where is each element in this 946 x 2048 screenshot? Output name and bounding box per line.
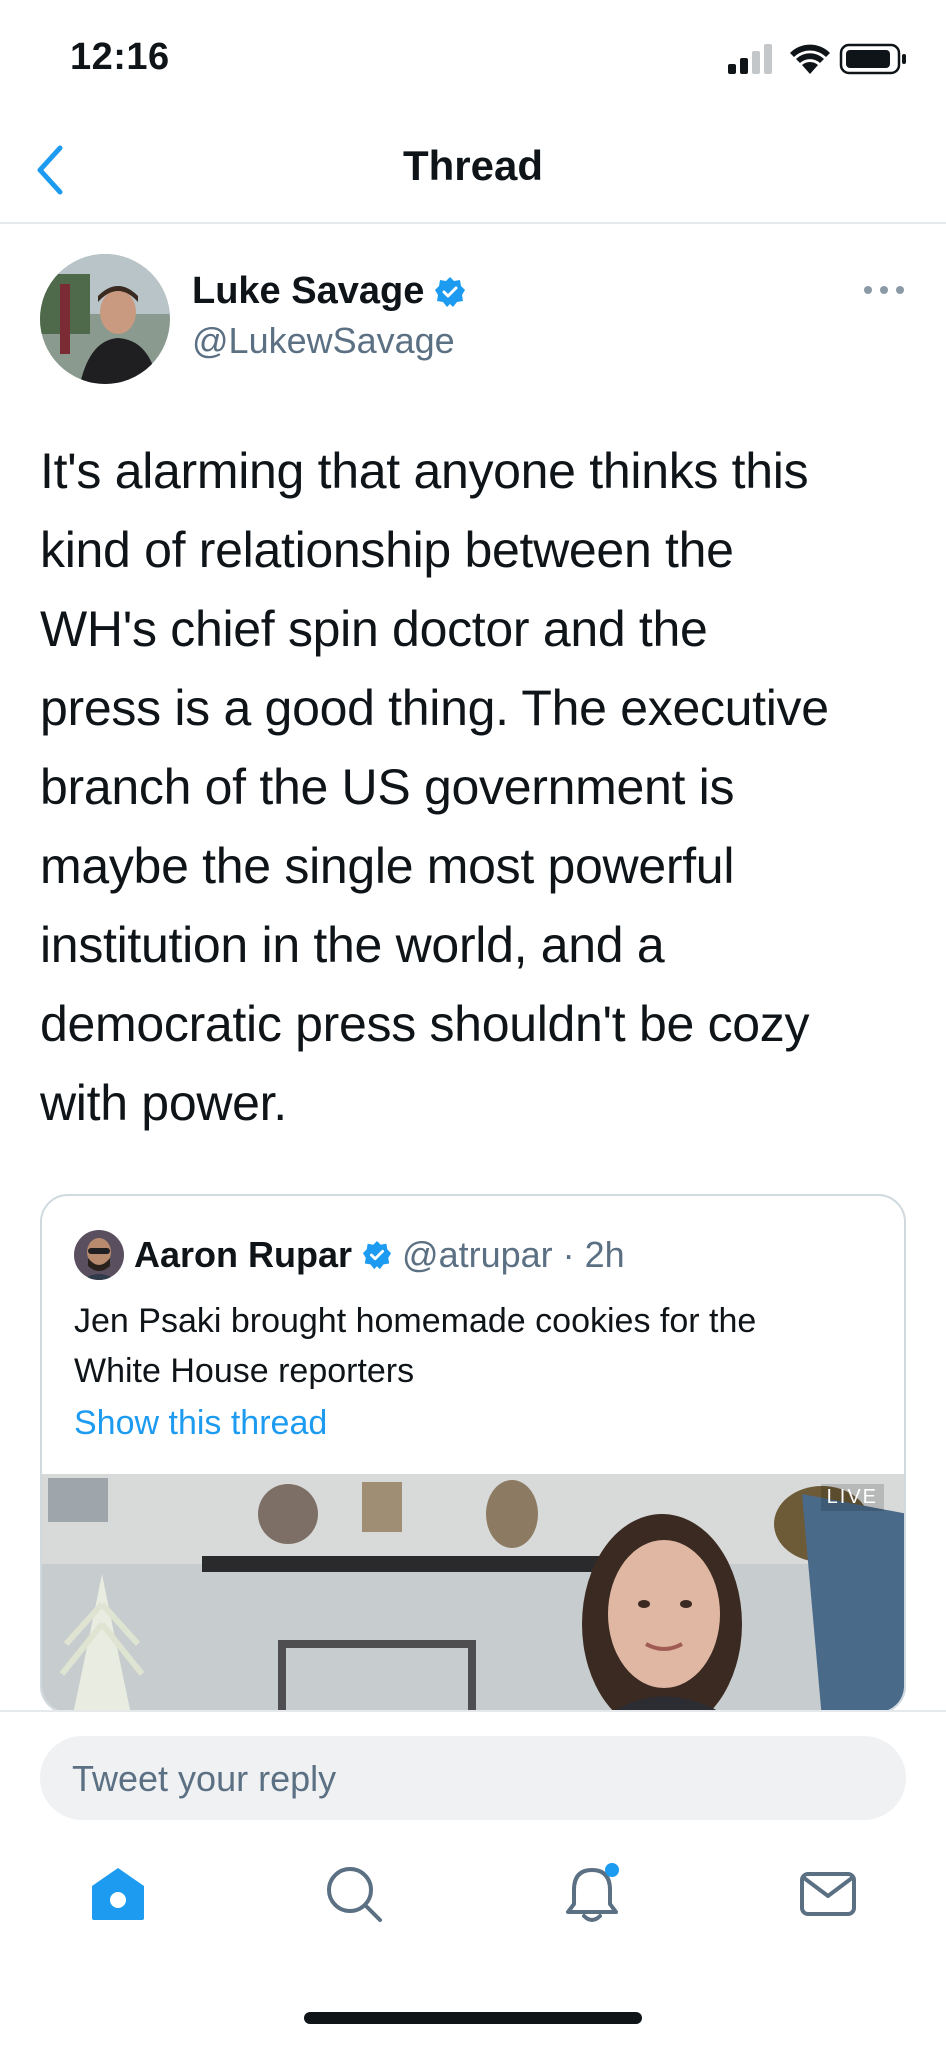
quoted-tweet-video[interactable]: LIVE	[42, 1474, 904, 1712]
quoted-tweet-text: Jen Psaki brought homemade cookies for t…	[74, 1296, 894, 1396]
quoted-author-handle[interactable]: @atrupar	[402, 1234, 553, 1276]
bottom-bar: Tweet your reply	[0, 1710, 946, 2048]
reply-placeholder: Tweet your reply	[72, 1758, 337, 1799]
more-options-button[interactable]	[862, 280, 906, 300]
show-this-thread-link[interactable]: Show this thread	[74, 1404, 327, 1443]
status-time: 12:16	[70, 36, 170, 78]
cellular-signal-icon	[728, 44, 772, 74]
notifications-icon	[566, 1863, 619, 1922]
nav-bar: Thread	[0, 118, 946, 224]
reply-input[interactable]: Tweet your reply	[40, 1736, 906, 1820]
tab-messages[interactable]	[796, 1862, 860, 1926]
quoted-tweet-header: Aaron Rupar @atrupar · 2h	[74, 1230, 625, 1280]
messages-icon	[800, 1872, 856, 1916]
tweet-text-line: WH's chief spin doctor and the	[40, 601, 708, 657]
author-handle[interactable]: @LukewSavage	[192, 320, 455, 362]
author-name-text: Luke Savage	[192, 270, 425, 312]
quoted-tweet-time: · 2h	[562, 1234, 625, 1275]
quoted-author-name[interactable]: Aaron Rupar	[134, 1234, 352, 1276]
status-bar: 12:16	[0, 0, 946, 118]
page-title: Thread	[402, 142, 544, 189]
tweet-text-line: kind of relationship between the	[40, 522, 734, 578]
quoted-tweet-text-line: White House reporters	[74, 1352, 415, 1390]
tab-notifications[interactable]	[560, 1862, 624, 1926]
home-icon	[92, 1868, 144, 1920]
more-options-icon	[864, 286, 904, 294]
verified-badge-icon	[435, 276, 466, 307]
avatar[interactable]	[40, 254, 170, 384]
tweet-text-line: institution in the world, and a	[40, 917, 665, 973]
tweet-text-line: maybe the single most powerful	[40, 838, 735, 894]
search-icon	[327, 1867, 382, 1922]
verified-badge-icon	[362, 1240, 392, 1270]
author-name[interactable]: Luke Savage	[192, 270, 466, 313]
status-icons	[728, 40, 908, 76]
tweet-text-line: with power.	[40, 1075, 287, 1131]
wifi-icon	[790, 44, 830, 74]
home-indicator	[304, 2012, 642, 2024]
battery-icon	[839, 43, 906, 75]
tweet-text-line: press is a good thing. The executive	[40, 680, 829, 736]
quoted-tweet-text-line: Jen Psaki brought homemade cookies for t…	[74, 1302, 757, 1340]
quoted-author-avatar[interactable]	[74, 1230, 124, 1280]
tweet-text-line: branch of the US government is	[40, 759, 735, 815]
tab-search[interactable]	[322, 1862, 386, 1926]
tweet-text: It's alarming that anyone thinks this ki…	[40, 432, 910, 1143]
notification-dot	[605, 1863, 619, 1877]
live-badge: LIVE	[820, 1484, 884, 1511]
tweet-text-line: It's alarming that anyone thinks this	[40, 443, 809, 499]
quoted-tweet-card[interactable]: Aaron Rupar @atrupar · 2h Jen Psaki brou…	[40, 1194, 906, 1714]
tweet-text-line: democratic press shouldn't be cozy	[40, 996, 810, 1052]
tab-home[interactable]	[86, 1862, 150, 1926]
